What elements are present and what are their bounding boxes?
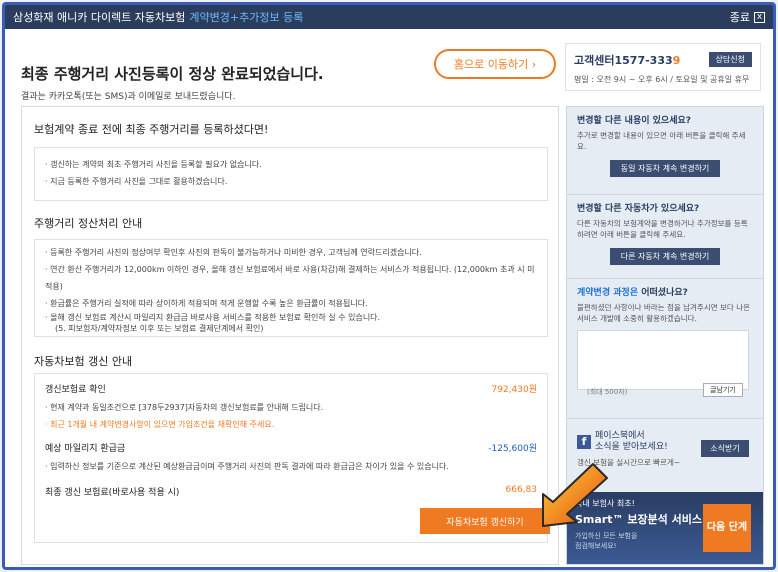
- smart-banner-text-line1: 가입하신 모든 보험을: [575, 532, 638, 540]
- window-title-accent: 계약변경+추가정보 등록: [189, 11, 304, 24]
- facebook-icon: f: [577, 435, 591, 449]
- consult-request-button[interactable]: 상담신청: [708, 52, 752, 67]
- smart-banner-text-line2: 점검해보세요!: [575, 542, 617, 550]
- call-center-box: 고객센터1577-3339 평일 : 오전 9시 ~ 오후 6시 / 토요일 및…: [565, 43, 761, 91]
- facebook-subtitle: 소식을 받아보세요!: [595, 442, 668, 452]
- section-mileage-registered-box: · 갱신하는 계약의 최초 주행거리 사진을 등록할 필요가 없습니다. · 지…: [34, 147, 548, 201]
- list-item: · 입력하신 정보를 기준으로 계산된 예상환급금이며 주행거리 사진의 판독 …: [45, 462, 449, 471]
- call-center-label: 고객센터: [574, 54, 615, 67]
- renewal-premium-row: 갱신보험료 확인 792,430원: [45, 382, 537, 395]
- sidebar-heading: 변경할 다른 내용이 있으세요?: [577, 116, 691, 126]
- close-label: 종료: [729, 11, 750, 24]
- call-center-number: 1577-333: [614, 54, 673, 67]
- page-subtitle: 결과는 카카오톡(또는 SMS)과 이메일로 보내드렸습니다.: [21, 92, 236, 102]
- sidebar-change-other-car: 변경할 다른 자동차가 있으세요? 다른 자동차의 보험계약을 변경하거나 추가…: [567, 195, 763, 279]
- feedback-submit-button[interactable]: 글남기기: [703, 383, 743, 397]
- section-settlement-box: · 등록한 주행거리 사진의 정상여부 확인후 사진의 판독이 불가능하거나 미…: [34, 239, 548, 337]
- sidebar-text: 추가로 변경할 내용이 있으면 아래 버튼을 클릭해 주세요.: [577, 131, 746, 151]
- list-item: (5. 피보험자/계약자정보 이후 또는 보험료 결제단계에서 확인): [45, 323, 537, 334]
- sidebar-change-same-car: 변경할 다른 내용이 있으세요? 추가로 변경할 내용이 있으면 아래 버튼을 …: [567, 107, 763, 195]
- mileage-refund-label: 예상 마일리지 환급금: [45, 444, 126, 454]
- title-bar: 삼성화재 애니카 다이렉트 자동차보험 계약변경+추가정보 등록 종료 x: [5, 5, 773, 29]
- continue-other-car-button[interactable]: 다른 자동차 계속 변경하기: [610, 248, 720, 265]
- facebook-subscribe-button[interactable]: 소식받기: [701, 440, 749, 457]
- renewal-premium-label: 갱신보험료 확인: [45, 385, 106, 395]
- sidebar-text: 불편하셨던 사항이나 바라는 점을 남겨주시면 보다 나은 서비스 개발에 소중…: [577, 303, 751, 323]
- list-item: · 연간 환산 주행거리가 12,000km 이하인 경우, 올해 갱신 보험료…: [45, 265, 535, 291]
- feedback-char-counter: (최대 500자): [587, 388, 628, 396]
- close-icon: x: [754, 11, 765, 23]
- facebook-title: 페이스북에서: [595, 431, 645, 441]
- sidebar-feedback: 계약변경 과정은 어떠셨나요? 불편하셨던 사항이나 바라는 점을 남겨주시면 …: [567, 279, 763, 419]
- close-button[interactable]: 종료 x: [730, 9, 765, 25]
- mileage-refund-value: -125,600원: [488, 444, 537, 454]
- section-settlement-title: 주행거리 정산처리 안내: [34, 217, 143, 230]
- feedback-textarea[interactable]: [577, 330, 749, 390]
- section-renewal-title: 자동차보험 갱신 안내: [34, 355, 133, 368]
- sidebar-heading: 계약변경 과정은 어떠셨나요?: [577, 285, 753, 298]
- list-item-note: (5. 피보험자/계약자정보 이후 또는 보험료 결제단계에서 확인): [55, 324, 264, 333]
- renew-insurance-button[interactable]: 자동차보험 갱신하기: [420, 508, 550, 534]
- list-item: · 환급률은 주행거리 실적에 따라 상이하게 적용되며 적게 운행할 수록 높…: [45, 299, 368, 308]
- facebook-heading-text: 페이스북에서 소식을 받아보세요!: [595, 431, 668, 453]
- section-mileage-registered-title: 보험계약 종료 전에 최종 주행거리를 등록하셨다면!: [34, 123, 269, 136]
- page-header: 최종 주행거리 사진등록이 정상 완료되었습니다. 결과는 카카오톡(또는 SM…: [5, 29, 773, 105]
- page-title: 최종 주행거리 사진등록이 정상 완료되었습니다.: [21, 65, 324, 83]
- list-item: · 지금 등록한 주행거리 사진을 그대로 활용하겠습니다.: [45, 177, 228, 186]
- final-premium-label: 최종 갱신 보험료(바로사용 적용 시): [45, 488, 180, 498]
- mileage-refund-row: 예상 마일리지 환급금 -125,600원: [45, 441, 537, 454]
- call-center-hours: 평일 : 오전 9시 ~ 오후 6시 / 토요일 및 공휴일 휴무: [574, 75, 750, 84]
- list-item: · 현재 계약과 동일조건으로 [378두2937]자동차의 갱신보험료를 안내…: [45, 403, 324, 412]
- list-item: · 갱신하는 계약의 최초 주행거리 사진을 등록할 필요가 없습니다.: [45, 160, 262, 169]
- go-home-button[interactable]: 홈으로 이동하기 ›: [434, 49, 556, 79]
- continue-same-car-button[interactable]: 동일 자동차 계속 변경하기: [610, 160, 720, 177]
- next-step-button[interactable]: 다음 단계: [703, 504, 751, 552]
- list-item: · 올해 갱신 보험료 계산시 마일리지 환급금 바로사용 서비스를 적용한 보…: [45, 313, 381, 322]
- app-window: 삼성화재 애니카 다이렉트 자동차보험 계약변경+추가정보 등록 종료 x 최종…: [2, 2, 776, 570]
- highlight-arrow-icon: [542, 463, 608, 527]
- main-content: 보험계약 종료 전에 최종 주행거리를 등록하셨다면! · 갱신하는 계약의 최…: [21, 106, 559, 565]
- list-item: · 등록한 주행거리 사진의 정상여부 확인후 사진의 판독이 불가능하거나 미…: [45, 248, 422, 257]
- final-premium-value: 666,83: [505, 485, 538, 495]
- sidebar-text: 다른 자동차의 보험계약을 변경하거나 추가정보를 등록하려면 아래 버튼을 클…: [577, 219, 748, 239]
- sidebar-heading: 변경할 다른 자동차가 있으세요?: [577, 204, 700, 214]
- call-center-number-tail: 9: [672, 54, 681, 67]
- feedback-heading-accent: 계약변경 과정은: [577, 288, 639, 298]
- window-title: 삼성화재 애니카 다이렉트 자동차보험: [13, 11, 186, 24]
- final-premium-row: 최종 갱신 보험료(바로사용 적용 시) 666,83: [45, 485, 537, 498]
- feedback-heading-rest: 어떠셨나요?: [638, 288, 688, 298]
- list-item-warning: · 최근 1개월 내 계약변경사항이 있으면 가입조건을 재확인해 주세요.: [45, 420, 275, 429]
- renewal-premium-value: 792,430원: [491, 385, 538, 395]
